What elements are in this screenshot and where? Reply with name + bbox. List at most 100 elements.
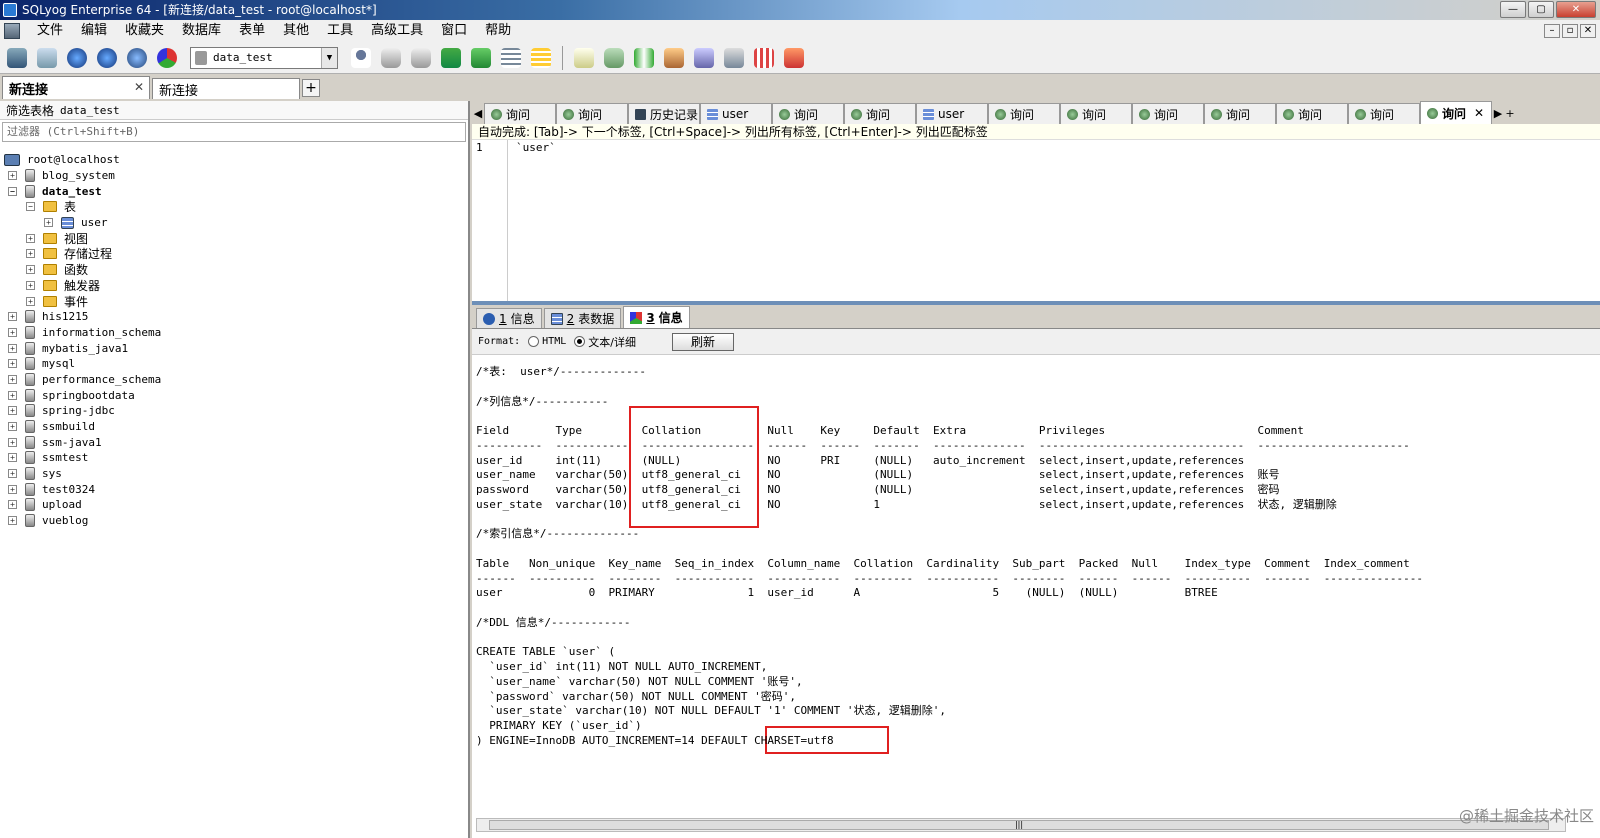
horizontal-scrollbar[interactable]: ||| bbox=[476, 818, 1566, 832]
query-tab[interactable]: 询问 bbox=[556, 103, 628, 124]
menu-advanced-tools[interactable]: 高级工具 bbox=[362, 20, 432, 42]
tree-node[interactable]: − data_test bbox=[0, 183, 468, 199]
user-manager-icon[interactable] bbox=[348, 45, 374, 71]
expand-icon[interactable]: + bbox=[8, 453, 17, 463]
close-icon[interactable]: ✕ bbox=[1474, 106, 1484, 120]
tree-node[interactable]: + ssm-java1 bbox=[0, 434, 468, 450]
tree-node[interactable]: + 函数 bbox=[0, 262, 468, 278]
execute-edit-icon[interactable] bbox=[124, 45, 150, 71]
app-menu-icon[interactable] bbox=[4, 23, 20, 39]
expand-icon[interactable]: + bbox=[26, 233, 35, 243]
add-connection-tab-button[interactable]: + bbox=[302, 79, 320, 97]
tab-scroll-right-icon[interactable]: ▶ bbox=[1492, 104, 1504, 124]
expand-icon[interactable]: + bbox=[8, 469, 17, 479]
query-tab[interactable]: 询问 bbox=[1060, 103, 1132, 124]
refresh-button[interactable]: 刷新 bbox=[671, 332, 734, 351]
sql-editor[interactable]: 1 `user` bbox=[472, 140, 1600, 305]
expand-icon[interactable]: + bbox=[8, 359, 17, 369]
expand-icon[interactable]: + bbox=[8, 312, 17, 322]
query-tab[interactable]: 询问 bbox=[772, 103, 844, 124]
query-tab[interactable]: 询问 bbox=[844, 103, 916, 124]
menu-edit[interactable]: 编辑 bbox=[72, 20, 116, 42]
add-tab-icon[interactable]: + bbox=[1504, 104, 1516, 124]
menu-database[interactable]: 数据库 bbox=[173, 20, 230, 42]
expand-icon[interactable]: + bbox=[26, 280, 35, 290]
mdi-minimize-button[interactable]: – bbox=[1544, 24, 1560, 38]
schema-sync-icon[interactable] bbox=[631, 45, 657, 71]
migration-icon[interactable] bbox=[661, 45, 687, 71]
collapse-icon[interactable]: − bbox=[8, 186, 17, 196]
expand-icon[interactable]: + bbox=[8, 327, 17, 337]
chevron-down-icon[interactable]: ▼ bbox=[321, 47, 337, 68]
mdi-close-button[interactable]: ✕ bbox=[1580, 24, 1596, 38]
designer-icon[interactable] bbox=[781, 45, 807, 71]
table-grid-icon[interactable] bbox=[498, 45, 524, 71]
close-icon[interactable]: ✕ bbox=[134, 80, 144, 94]
expand-icon[interactable]: + bbox=[26, 296, 35, 306]
collapse-icon[interactable]: − bbox=[26, 202, 35, 212]
query-tab[interactable]: 历史记录 bbox=[628, 103, 700, 124]
result-tab-table-data[interactable]: 2 表数据 bbox=[543, 308, 622, 328]
query-tab-active[interactable]: 询问 ✕ bbox=[1420, 101, 1492, 124]
tree-node[interactable]: + springbootdata bbox=[0, 387, 468, 403]
query-tab[interactable]: 询问 bbox=[1132, 103, 1204, 124]
info-output[interactable]: /*表: user*/------------- /*列信息*/---------… bbox=[476, 365, 1596, 754]
menu-help[interactable]: 帮助 bbox=[476, 20, 520, 42]
expand-icon[interactable]: + bbox=[44, 218, 53, 228]
tree-node[interactable]: + spring-jdbc bbox=[0, 403, 468, 419]
menu-favorites[interactable]: 收藏夹 bbox=[116, 20, 173, 42]
tag-icon[interactable] bbox=[571, 45, 597, 71]
menu-file[interactable]: 文件 bbox=[28, 20, 72, 42]
format-text-radio[interactable]: 文本/详细 bbox=[574, 334, 636, 350]
tree-node[interactable]: + blog_system bbox=[0, 168, 468, 184]
expand-icon[interactable]: + bbox=[8, 437, 17, 447]
tree-node[interactable]: + mysql bbox=[0, 356, 468, 372]
query-tab[interactable]: 询问 bbox=[1204, 103, 1276, 124]
new-query-icon[interactable] bbox=[34, 45, 60, 71]
tree-node[interactable]: + upload bbox=[0, 497, 468, 513]
tab-scroll-left-icon[interactable]: ◀ bbox=[472, 104, 484, 124]
query-tab[interactable]: 询问 bbox=[484, 103, 556, 124]
database-select[interactable]: data_test ▼ bbox=[190, 46, 338, 69]
filter-input[interactable]: 过滤器 (Ctrl+Shift+B) bbox=[2, 122, 466, 142]
execute-all-icon[interactable] bbox=[94, 45, 120, 71]
tree-node[interactable]: + user bbox=[0, 215, 468, 231]
import-icon[interactable] bbox=[438, 45, 464, 71]
menu-table[interactable]: 表单 bbox=[230, 20, 274, 42]
sync-icon[interactable] bbox=[601, 45, 627, 71]
menu-window[interactable]: 窗口 bbox=[432, 20, 476, 42]
tree-root[interactable]: root@localhost bbox=[0, 152, 468, 168]
new-connection-icon[interactable] bbox=[4, 45, 30, 71]
mdi-restore-button[interactable]: ▫ bbox=[1562, 24, 1578, 38]
expand-icon[interactable]: + bbox=[26, 249, 35, 259]
tree-node[interactable]: + sys bbox=[0, 466, 468, 482]
expand-icon[interactable]: + bbox=[8, 171, 17, 181]
result-tab-messages[interactable]: 1 信息 bbox=[476, 308, 542, 328]
minimize-button[interactable]: — bbox=[1500, 1, 1526, 18]
tree-node[interactable]: + his1215 bbox=[0, 309, 468, 325]
expand-icon[interactable]: + bbox=[26, 265, 35, 275]
expand-icon[interactable]: + bbox=[8, 516, 17, 526]
editor-code[interactable]: `user` bbox=[516, 141, 556, 154]
expand-icon[interactable]: + bbox=[8, 390, 17, 400]
notification-icon[interactable] bbox=[721, 45, 747, 71]
expand-icon[interactable]: + bbox=[8, 422, 17, 432]
expand-icon[interactable]: + bbox=[8, 500, 17, 510]
scrollbar-thumb[interactable]: ||| bbox=[489, 820, 1549, 830]
close-button[interactable]: ✕ bbox=[1556, 1, 1596, 18]
tree-node[interactable]: − 表 bbox=[0, 199, 468, 215]
tree-node[interactable]: + 存储过程 bbox=[0, 246, 468, 262]
create-database-icon[interactable] bbox=[378, 45, 404, 71]
query-tab[interactable]: 询问 bbox=[1276, 103, 1348, 124]
tree-node[interactable]: + information_schema bbox=[0, 325, 468, 341]
export-icon[interactable] bbox=[468, 45, 494, 71]
query-tab[interactable]: user bbox=[700, 103, 772, 124]
table-schema-icon[interactable] bbox=[528, 45, 554, 71]
report-icon[interactable] bbox=[751, 45, 777, 71]
format-html-radio[interactable]: HTML bbox=[528, 336, 566, 347]
tree-node[interactable]: + ssmbuild bbox=[0, 419, 468, 435]
connection-tab-active[interactable]: 新连接 ✕ bbox=[2, 76, 150, 99]
query-tab[interactable]: 询问 bbox=[1348, 103, 1420, 124]
tree-node[interactable]: + 视图 bbox=[0, 230, 468, 246]
expand-icon[interactable]: + bbox=[8, 406, 17, 416]
